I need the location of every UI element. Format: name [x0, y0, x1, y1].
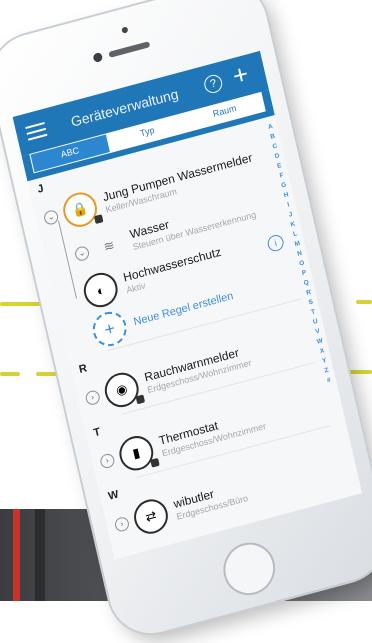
decorative-dash-line-3 [0, 372, 20, 376]
smoke-detector-icon: ◉ [101, 368, 146, 411]
expand-chevron-icon[interactable]: › [84, 389, 102, 407]
water-icon: ≋ [102, 237, 116, 255]
earpiece-speaker [108, 41, 151, 58]
front-camera [92, 51, 104, 64]
red-stripe [13, 509, 20, 601]
index-letter-H[interactable]: H [283, 190, 290, 201]
expand-chevron-icon[interactable]: ⌄ [73, 244, 91, 263]
decorative-dash-line-5 [346, 370, 372, 374]
pump-icon: 🔒 [59, 188, 104, 231]
front-sensor [121, 26, 129, 34]
expand-chevron-icon[interactable]: › [99, 452, 116, 470]
add-rule-icon: + [89, 308, 130, 350]
wibutler-icon: ⇄ [130, 495, 172, 538]
help-icon[interactable]: ? [202, 72, 224, 96]
expand-chevron-icon[interactable]: › [113, 515, 131, 533]
add-device-button[interactable]: + [230, 58, 251, 91]
app-screen: Geräteverwaltung ? + ABC Typ Raum J ⌄ 🔒 [12, 50, 363, 560]
flood-protection-icon: ◐ [80, 269, 121, 311]
home-button[interactable] [218, 536, 281, 601]
dark-stripe [35, 509, 45, 601]
expand-chevron-icon[interactable]: ⌄ [42, 208, 60, 227]
index-letter-#[interactable]: # [326, 376, 332, 387]
info-icon[interactable]: i [266, 233, 286, 253]
thermostat-icon: ▮ [116, 432, 160, 475]
decorative-dash-line-2 [356, 300, 372, 304]
device-list: J ⌄ 🔒 Jung Pumpen Wassermelder Keller/Wa… [28, 119, 360, 551]
hamburger-menu-icon[interactable] [25, 121, 48, 141]
